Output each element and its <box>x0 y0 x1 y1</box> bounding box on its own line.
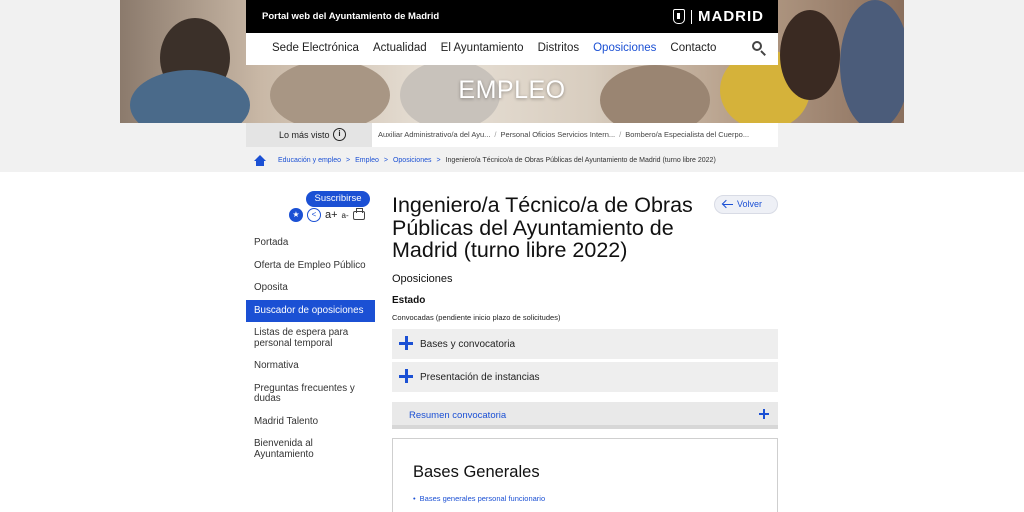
accordion-bases[interactable]: Bases y convocatoria <box>392 329 778 359</box>
nav-item-actualidad[interactable]: Actualidad <box>373 42 427 54</box>
nav-item-ayuntamiento[interactable]: El Ayuntamiento <box>441 42 524 54</box>
resumen-accordion[interactable]: Resumen convocatoria <box>392 402 778 429</box>
most-seen-link[interactable]: Bombero/a Especialista del Cuerpo... <box>625 130 749 139</box>
tools-bar: ★ < a+ a- <box>289 207 365 222</box>
sidebar-item-bienvenida[interactable]: Bienvenida al Ayuntamiento <box>246 433 375 466</box>
bases-panel: Bases Generales Bases generales personal… <box>392 438 778 512</box>
sidebar-item-preguntas[interactable]: Preguntas frecuentes y dudas <box>246 378 375 411</box>
hero-title: EMPLEO <box>458 76 566 104</box>
search-icon[interactable] <box>752 41 766 56</box>
portal-link[interactable]: Portal web del Ayuntamiento de Madrid <box>262 11 439 22</box>
sidebar-item-oposita[interactable]: Oposita <box>246 277 375 300</box>
madrid-logo[interactable]: MADRID <box>673 8 764 25</box>
plus-icon <box>399 336 413 350</box>
star-icon[interactable]: ★ <box>289 208 303 222</box>
font-smaller-button[interactable]: a- <box>342 211 349 220</box>
madrid-crest-icon <box>673 9 685 24</box>
arrow-left-icon <box>723 204 733 205</box>
back-button[interactable]: Volver <box>714 195 778 214</box>
breadcrumb-link[interactable]: Empleo <box>355 157 379 164</box>
subscribe-button[interactable]: Suscribirse <box>306 191 370 207</box>
font-larger-button[interactable]: a+ <box>325 209 338 221</box>
top-bar: Portal web del Ayuntamiento de Madrid MA… <box>246 0 778 33</box>
breadcrumb-link[interactable]: Oposiciones <box>393 157 432 164</box>
page-title: Ingeniero/a Técnico/a de Obras Públicas … <box>392 193 693 262</box>
main-nav: Sede Electrónica Actualidad El Ayuntamie… <box>246 33 778 65</box>
most-seen-bar: Lo más visto i Auxiliar Administrativo/a… <box>246 123 778 147</box>
estado-label: Estado <box>392 295 426 306</box>
plus-icon <box>399 369 413 383</box>
nav-item-sede[interactable]: Sede Electrónica <box>272 42 359 54</box>
most-seen-label: Lo más visto <box>246 123 372 147</box>
sidebar-item-talento[interactable]: Madrid Talento <box>246 411 375 434</box>
sidebar-item-oferta[interactable]: Oferta de Empleo Público <box>246 255 375 278</box>
most-seen-links: Auxiliar Administrativo/a del Ayu... / P… <box>378 130 750 139</box>
sidebar-item-buscador[interactable]: Buscador de oposiciones <box>246 299 375 322</box>
plus-icon <box>759 409 769 419</box>
logo-divider <box>691 9 692 24</box>
most-seen-link[interactable]: Auxiliar Administrativo/a del Ayu... <box>378 130 490 139</box>
breadcrumb: Educación y empleo > Empleo > Oposicione… <box>246 150 778 170</box>
most-seen-link[interactable]: Personal Oficios Servicios Intern... <box>501 130 616 139</box>
nav-item-distritos[interactable]: Distritos <box>538 42 580 54</box>
print-icon[interactable] <box>352 207 365 220</box>
share-icon[interactable]: < <box>307 208 321 222</box>
accordion-instancias[interactable]: Presentación de instancias <box>392 362 778 392</box>
estado-value: Convocadas (pendiente inicio plazo de so… <box>392 313 561 322</box>
nav-item-contacto[interactable]: Contacto <box>670 42 716 54</box>
nav-item-oposiciones[interactable]: Oposiciones <box>593 42 656 54</box>
sidebar-menu: Portada Oferta de Empleo Público Oposita… <box>246 232 375 466</box>
breadcrumb-current: Ingeniero/a Técnico/a de Obras Públicas … <box>445 156 716 164</box>
home-icon[interactable] <box>254 154 266 166</box>
sidebar-item-portada[interactable]: Portada <box>246 232 375 255</box>
breadcrumb-link[interactable]: Educación y empleo <box>278 157 341 164</box>
bases-title: Bases Generales <box>413 463 540 481</box>
sidebar-item-listas[interactable]: Listas de espera para personal temporal <box>246 322 375 355</box>
bases-link[interactable]: Bases generales personal funcionario <box>413 494 546 503</box>
logo-text: MADRID <box>698 8 764 25</box>
info-icon[interactable]: i <box>333 128 346 141</box>
sidebar-item-normativa[interactable]: Normativa <box>246 355 375 378</box>
section-label: Oposiciones <box>392 273 453 285</box>
